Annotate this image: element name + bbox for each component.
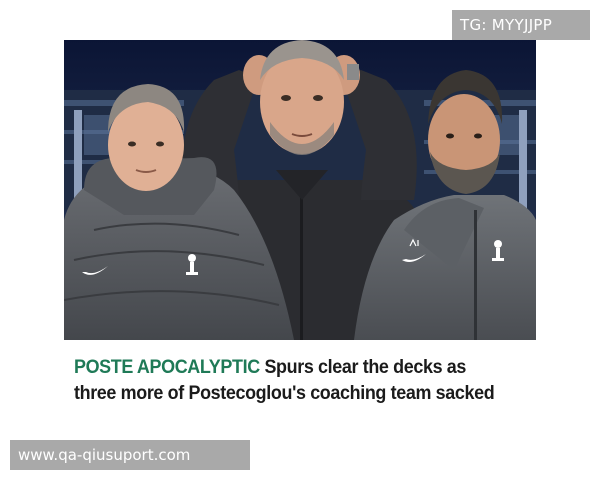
article-headline: POSTE APOCALYPTIC Spurs clear the decks … [74, 354, 497, 406]
three-coaches-photo-icon [64, 40, 536, 340]
telegram-badge: TG: MYYJJPP [452, 10, 590, 40]
site-watermark: www.qa-qiusuport.com [10, 440, 250, 470]
news-photo [64, 40, 536, 340]
headline-kicker: POSTE APOCALYPTIC [74, 356, 260, 378]
